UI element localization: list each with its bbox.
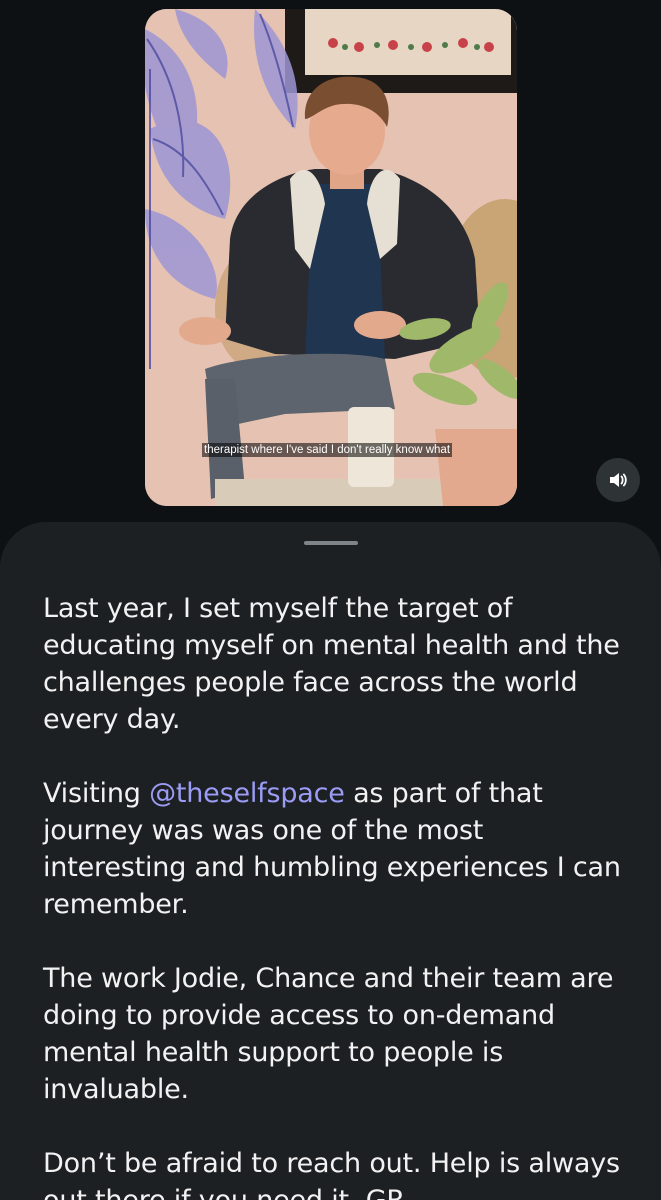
post-paragraph-1: Last year, I set myself the target of ed… — [43, 593, 620, 735]
speaker-volume-icon — [610, 473, 627, 487]
post-body: Last year, I set myself the target of ed… — [43, 590, 633, 1200]
screen: therapist where I've said I don't really… — [0, 0, 661, 1200]
mention-link-theselfspace[interactable]: @theselfspace — [149, 778, 345, 809]
video-frame-image — [145, 9, 517, 506]
post-paragraph-4: Don’t be afraid to reach out. Help is al… — [43, 1148, 620, 1200]
drag-handle[interactable] — [304, 541, 358, 545]
post-paragraph-2-lead: Visiting — [43, 778, 150, 809]
post-text-sheet[interactable]: Last year, I set myself the target of ed… — [0, 522, 661, 1200]
post-paragraph-3: The work Jodie, Chance and their team ar… — [43, 963, 614, 1105]
post-paragraph-2: Visiting @theselfspace as part of that j… — [43, 775, 633, 923]
sound-toggle-button[interactable] — [596, 458, 640, 502]
video-player[interactable]: therapist where I've said I don't really… — [145, 9, 517, 506]
video-caption: therapist where I've said I don't really… — [202, 443, 453, 457]
